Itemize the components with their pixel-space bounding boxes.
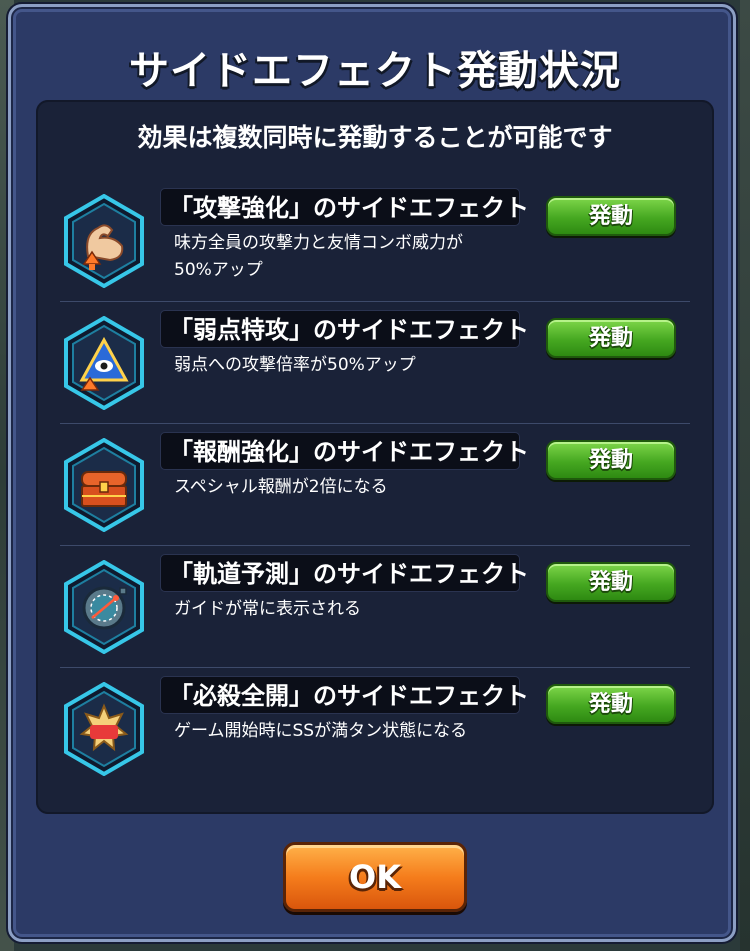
muscle-arm-icon: [64, 194, 144, 288]
activate-button[interactable]: 発動: [546, 318, 676, 358]
effect-description-line1: ゲーム開始時にSSが満タン状態になる: [174, 721, 468, 741]
effect-row-attack-boost: 「攻撃強化」のサイドエフェクト 味方全員の攻撃力と友情コンボ威力が 50%アップ…: [60, 180, 690, 302]
activate-button[interactable]: 発動: [546, 562, 676, 602]
effect-row-weak-point: 「弱点特攻」のサイドエフェクト 弱点への攻撃倍率が50%アップ 発動: [60, 302, 690, 424]
activate-button[interactable]: 発動: [546, 684, 676, 724]
effect-row-special-full: 「必殺全開」のサイドエフェクト ゲーム開始時にSSが満タン状態になる 発動: [60, 668, 690, 790]
effect-description: スペシャル報酬が2倍になる: [174, 474, 534, 501]
effect-name: 「攻撃強化」のサイドエフェクト: [160, 188, 529, 226]
effect-name: 「弱点特攻」のサイドエフェクト: [160, 310, 529, 348]
dialog-title: サイドエフェクト発動状況: [129, 48, 621, 94]
effect-name: 「報酬強化」のサイドエフェクト: [160, 432, 529, 470]
effect-row-trajectory: 「軌道予測」のサイドエフェクト ガイドが常に表示される 発動: [60, 546, 690, 668]
ok-button[interactable]: OK: [283, 842, 467, 912]
effect-name: 「軌道予測」のサイドエフェクト: [160, 554, 529, 592]
effect-description: ゲーム開始時にSSが満タン状態になる: [174, 718, 534, 745]
weak-point-eye-icon: [64, 316, 144, 410]
go-burst-icon: [64, 682, 144, 776]
activate-button[interactable]: 発動: [546, 440, 676, 480]
dialog-subtitle: 効果は複数同時に発動することが可能です: [137, 123, 613, 152]
effect-description: ガイドが常に表示される: [174, 596, 534, 623]
effect-description-line2: 50%アップ: [174, 260, 263, 280]
trajectory-target-icon: [64, 560, 144, 654]
effect-description-line1: 味方全員の攻撃力と友情コンボ威力が: [174, 233, 463, 253]
activate-button[interactable]: 発動: [546, 196, 676, 236]
treasure-chest-icon: [64, 438, 144, 532]
effect-description-line1: 弱点への攻撃倍率が50%アップ: [174, 355, 416, 375]
effect-name: 「必殺全開」のサイドエフェクト: [160, 676, 529, 714]
effect-description: 味方全員の攻撃力と友情コンボ威力が 50%アップ: [174, 230, 534, 284]
effect-description: 弱点への攻撃倍率が50%アップ: [174, 352, 534, 379]
effect-description-line1: スペシャル報酬が2倍になる: [174, 477, 388, 497]
effect-description-line1: ガイドが常に表示される: [174, 599, 361, 619]
effect-row-reward-boost: 「報酬強化」のサイドエフェクト スペシャル報酬が2倍になる 発動: [60, 424, 690, 546]
